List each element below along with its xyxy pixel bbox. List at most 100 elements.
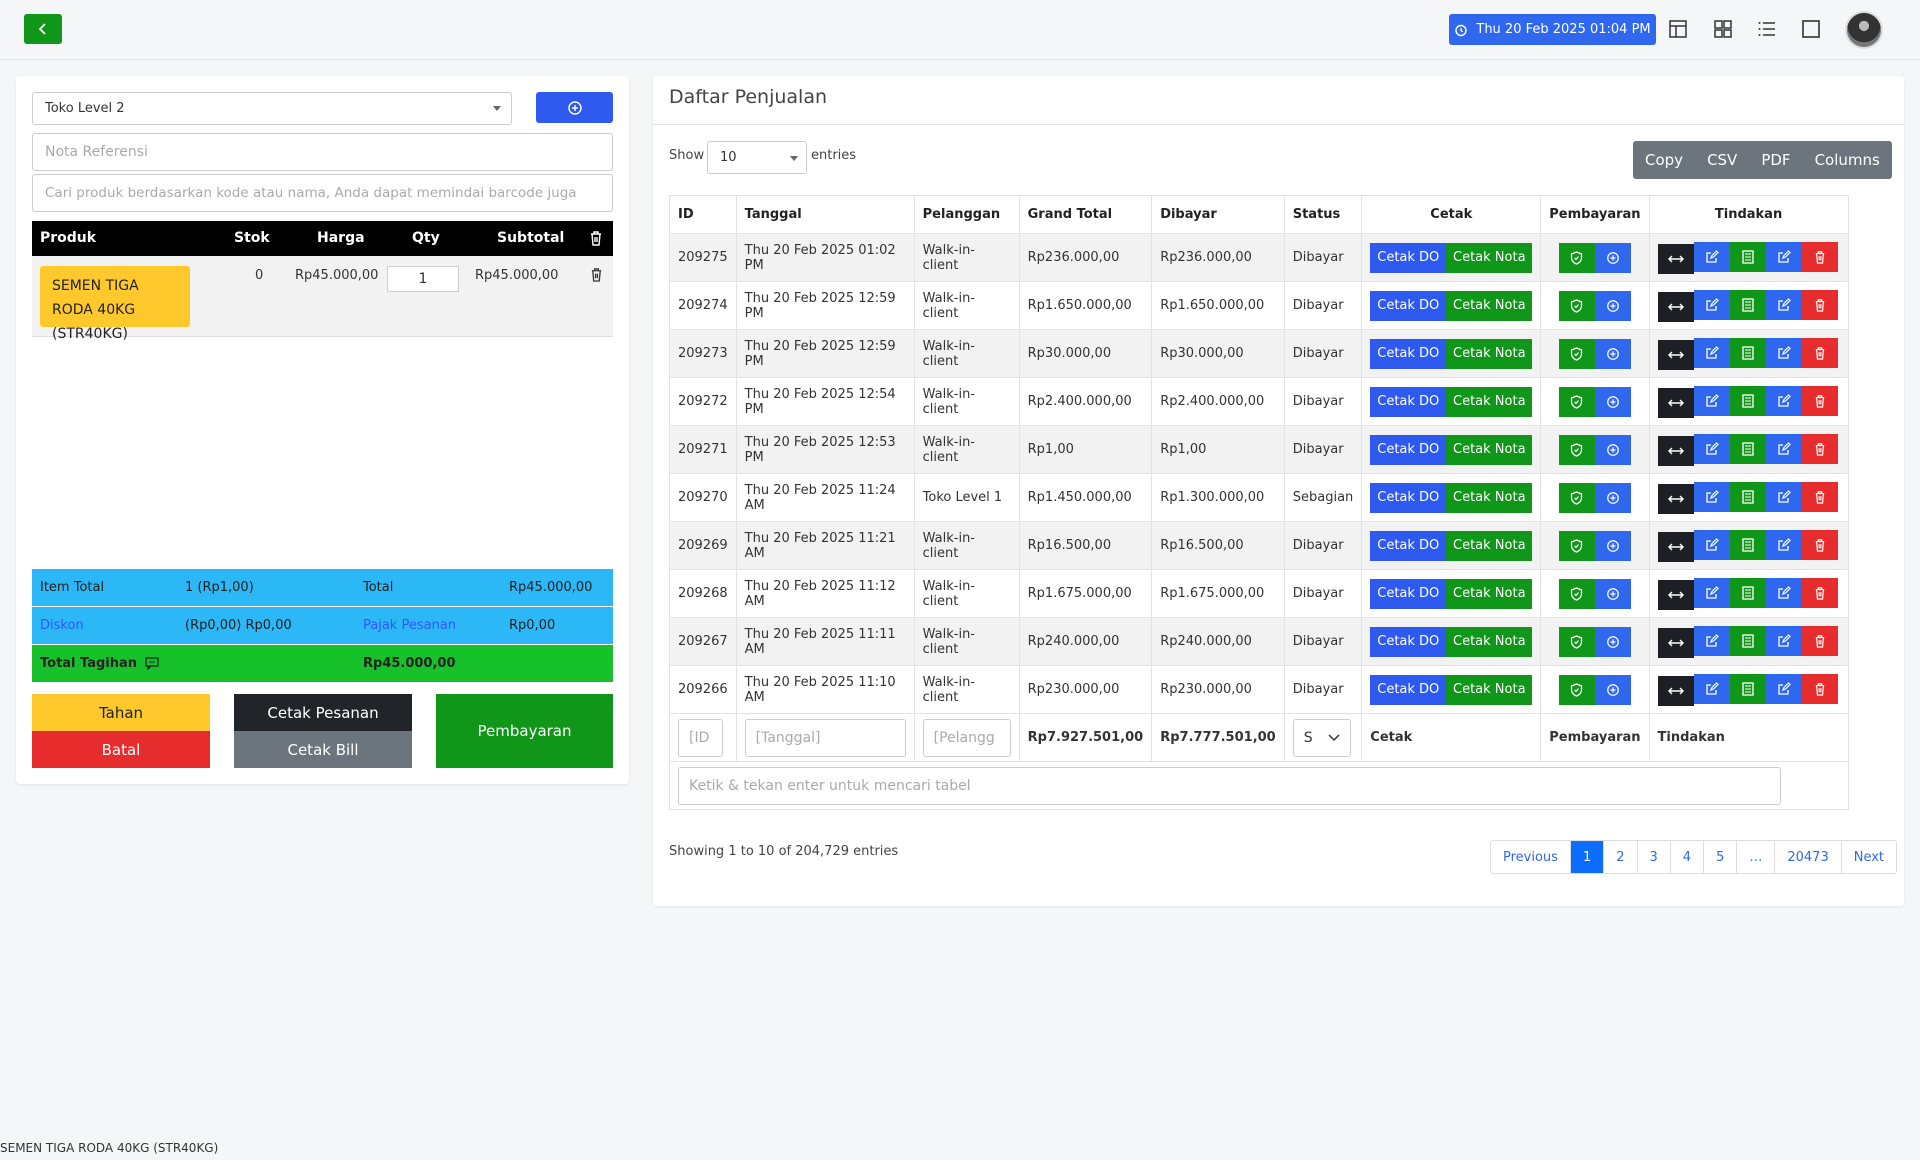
table-search-input[interactable]: Ketik & tekan enter untuk mencari tabel (678, 766, 1781, 805)
payment-button[interactable]: Pembayaran (436, 694, 613, 768)
arrows-horizontal-icon[interactable] (1657, 243, 1694, 274)
add-payment-icon[interactable] (1594, 578, 1631, 609)
document-icon[interactable] (1729, 337, 1766, 368)
edit-icon[interactable] (1693, 289, 1730, 320)
edit-alt-icon[interactable] (1765, 433, 1802, 464)
shield-check-icon[interactable] (1558, 290, 1595, 321)
arrows-horizontal-icon[interactable] (1657, 435, 1694, 466)
document-icon[interactable] (1729, 433, 1766, 464)
table-row[interactable]: 209272 Thu 20 Feb 2025 12:54 PM Walk-in-cl… (669, 377, 1849, 426)
edit-icon[interactable] (1693, 529, 1730, 560)
page-button[interactable]: Previous (1491, 841, 1571, 873)
document-icon[interactable] (1729, 529, 1766, 560)
edit-icon[interactable] (1693, 577, 1730, 608)
edit-icon[interactable] (1693, 481, 1730, 512)
cancel-button[interactable]: Batal (32, 731, 210, 768)
page-button[interactable]: … (1737, 841, 1776, 873)
table-row[interactable]: 209274 Thu 20 Feb 2025 12:59 PM Walk-in-cl… (669, 281, 1849, 330)
edit-alt-icon[interactable] (1765, 385, 1802, 416)
print-do-button[interactable]: Cetak DO (1370, 338, 1447, 369)
print-do-button[interactable]: Cetak DO (1370, 530, 1447, 561)
add-payment-icon[interactable] (1594, 482, 1631, 513)
shield-check-icon[interactable] (1558, 338, 1595, 369)
print-do-button[interactable]: Cetak DO (1370, 386, 1447, 417)
user-avatar[interactable] (1845, 11, 1883, 49)
page-button[interactable]: 1 (1570, 841, 1605, 873)
print-nota-button[interactable]: Cetak Nota (1446, 626, 1533, 657)
add-payment-icon[interactable] (1594, 242, 1631, 273)
document-icon[interactable] (1729, 241, 1766, 272)
print-do-button[interactable]: Cetak DO (1370, 674, 1447, 705)
print-nota-button[interactable]: Cetak Nota (1446, 386, 1533, 417)
print-order-button[interactable]: Cetak Pesanan (234, 694, 412, 731)
edit-icon[interactable] (1693, 673, 1730, 704)
col-grand-total[interactable]: Grand Total (1018, 195, 1153, 234)
trash-icon[interactable] (1801, 337, 1838, 368)
print-do-button[interactable]: Cetak DO (1370, 482, 1447, 513)
edit-icon[interactable] (1693, 433, 1730, 464)
edit-alt-icon[interactable] (1765, 625, 1802, 656)
shield-check-icon[interactable] (1558, 482, 1595, 513)
customer-select[interactable]: Toko Level 2 (32, 92, 512, 125)
trash-icon[interactable] (1801, 433, 1838, 464)
discount-link[interactable]: Diskon (40, 618, 84, 633)
shield-check-icon[interactable] (1558, 242, 1595, 273)
trash-icon[interactable] (1801, 241, 1838, 272)
edit-icon[interactable] (1693, 625, 1730, 656)
edit-alt-icon[interactable] (1765, 529, 1802, 560)
filter-date-input[interactable]: [Tanggal] (744, 718, 906, 757)
layout-table-icon[interactable] (1666, 17, 1690, 41)
reference-note-input[interactable]: Nota Referensi (32, 133, 613, 171)
print-nota-button[interactable]: Cetak Nota (1446, 338, 1533, 369)
trash-all-icon[interactable] (589, 230, 603, 246)
trash-icon[interactable] (590, 267, 603, 282)
copy-button[interactable]: Copy (1633, 141, 1695, 179)
pdf-button[interactable]: PDF (1749, 141, 1802, 179)
trash-icon[interactable] (1801, 625, 1838, 656)
table-row[interactable]: 209275 Thu 20 Feb 2025 01:02 PM Walk-in-cl… (669, 233, 1849, 282)
edit-icon[interactable] (1693, 241, 1730, 272)
print-do-button[interactable]: Cetak DO (1370, 434, 1447, 465)
grid-icon[interactable] (1711, 17, 1735, 41)
filter-customer-input[interactable]: [Pelangg (922, 718, 1011, 757)
arrows-horizontal-icon[interactable] (1657, 627, 1694, 658)
document-icon[interactable] (1729, 481, 1766, 512)
document-icon[interactable] (1729, 577, 1766, 608)
filter-id-input[interactable]: [ID (678, 718, 723, 757)
edit-alt-icon[interactable] (1765, 289, 1802, 320)
hold-button[interactable]: Tahan (32, 694, 210, 731)
message-icon[interactable] (145, 657, 159, 670)
edit-alt-icon[interactable] (1765, 241, 1802, 272)
table-row[interactable]: 209266 Thu 20 Feb 2025 11:10 AM Walk-in-cl… (669, 665, 1849, 714)
page-button[interactable]: 3 (1638, 841, 1671, 873)
table-row[interactable]: 209269 Thu 20 Feb 2025 11:21 AM Walk-in-cl… (669, 521, 1849, 570)
print-bill-button[interactable]: Cetak Bill (234, 731, 412, 768)
print-nota-button[interactable]: Cetak Nota (1446, 290, 1533, 321)
add-payment-icon[interactable] (1594, 338, 1631, 369)
print-nota-button[interactable]: Cetak Nota (1446, 578, 1533, 609)
print-nota-button[interactable]: Cetak Nota (1446, 482, 1533, 513)
arrows-horizontal-icon[interactable] (1657, 531, 1694, 562)
table-row[interactable]: 209268 Thu 20 Feb 2025 11:12 AM Walk-in-cl… (669, 569, 1849, 618)
cart-item-name[interactable]: SEMEN TIGA RODA 40KG (STR40KG) (40, 266, 190, 342)
add-payment-icon[interactable] (1594, 290, 1631, 321)
edit-alt-icon[interactable] (1765, 337, 1802, 368)
edit-icon[interactable] (1693, 337, 1730, 368)
edit-alt-icon[interactable] (1765, 481, 1802, 512)
page-button[interactable]: 4 (1671, 841, 1705, 873)
table-row[interactable]: 209273 Thu 20 Feb 2025 12:59 PM Walk-in-cl… (669, 329, 1849, 378)
filter-status-select[interactable]: S (1292, 718, 1351, 757)
shield-check-icon[interactable] (1558, 626, 1595, 657)
arrows-horizontal-icon[interactable] (1657, 291, 1694, 322)
columns-button[interactable]: Columns (1803, 141, 1892, 179)
edit-alt-icon[interactable] (1765, 577, 1802, 608)
edit-alt-icon[interactable] (1765, 673, 1802, 704)
print-do-button[interactable]: Cetak DO (1370, 242, 1447, 273)
shield-check-icon[interactable] (1558, 386, 1595, 417)
shield-check-icon[interactable] (1558, 434, 1595, 465)
trash-icon[interactable] (1801, 289, 1838, 320)
col-status[interactable]: Status (1283, 195, 1363, 234)
csv-button[interactable]: CSV (1695, 141, 1749, 179)
shield-check-icon[interactable] (1558, 674, 1595, 705)
arrows-horizontal-icon[interactable] (1657, 483, 1694, 514)
